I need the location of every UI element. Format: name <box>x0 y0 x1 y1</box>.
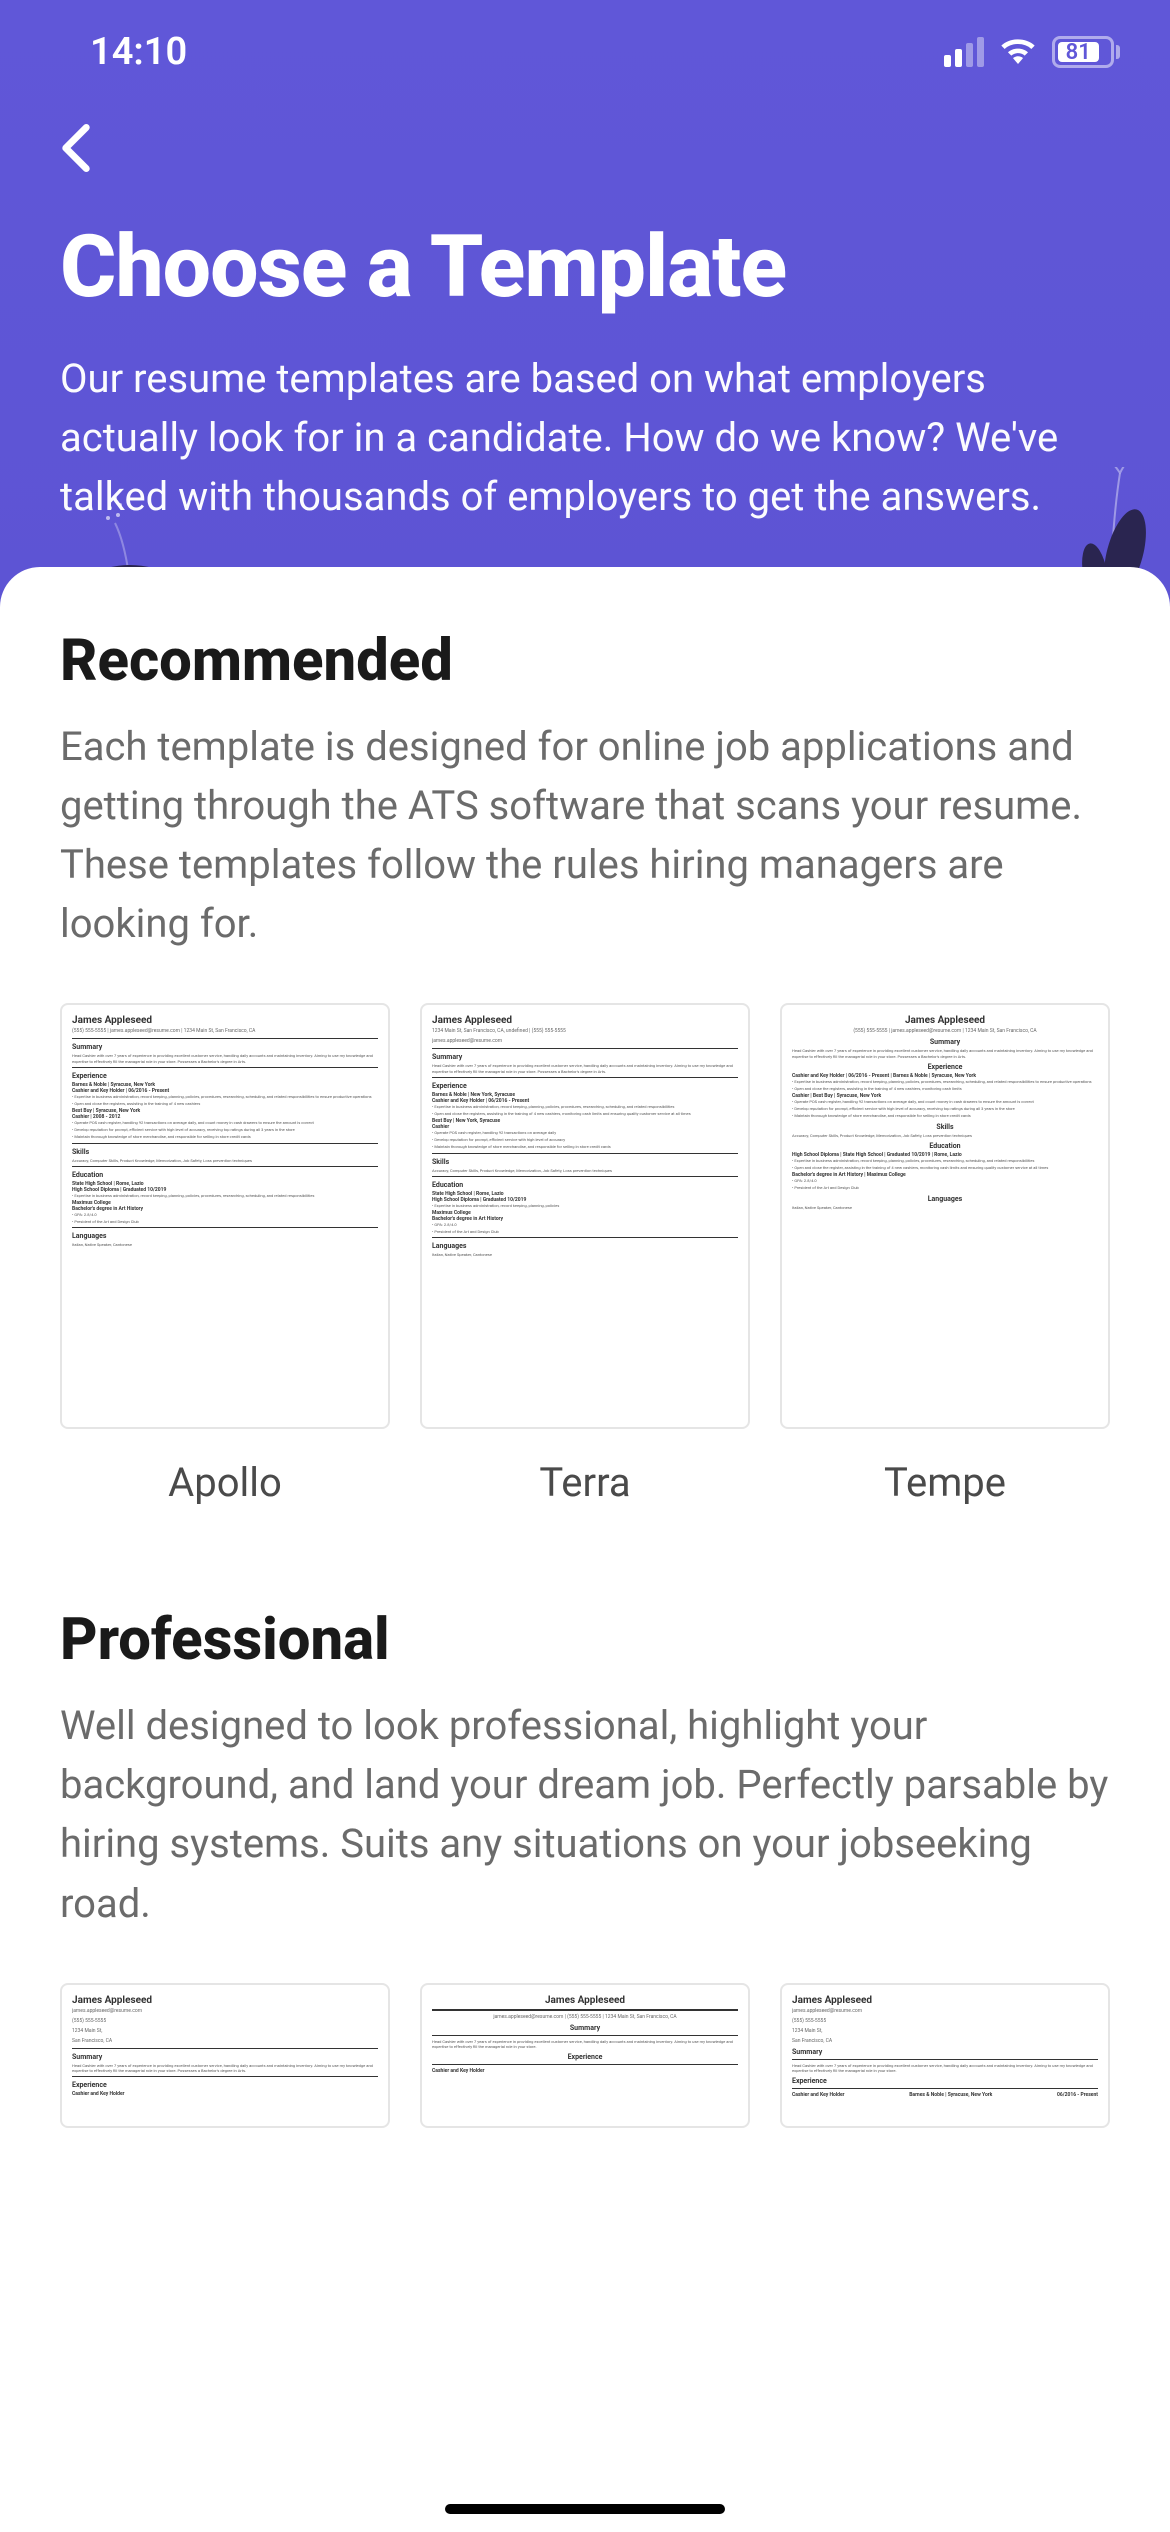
recommended-section-title: Recommended <box>60 627 1110 695</box>
template-preview-apollo: James Appleseed (555) 555-5555 | james.a… <box>60 1003 390 1429</box>
template-apollo[interactable]: James Appleseed (555) 555-5555 | james.a… <box>60 1003 390 1506</box>
back-button[interactable] <box>0 94 1170 196</box>
battery-level: 81 <box>1058 42 1099 62</box>
wifi-icon <box>998 30 1038 74</box>
page-title: Choose a Template <box>60 216 1110 317</box>
professional-templates-row: James Appleseed james.appleseed@resume.c… <box>60 1983 1110 2158</box>
status-bar: 14:10 81 <box>0 0 1170 94</box>
template-professional-2[interactable]: James Appleseed james.appleseed@resume.c… <box>420 1983 750 2158</box>
recommended-section-description: Each template is designed for online job… <box>60 717 1110 954</box>
professional-section-description: Well designed to look professional, high… <box>60 1696 1110 1933</box>
content-section: Recommended Each template is designed fo… <box>0 567 1170 2158</box>
home-indicator[interactable] <box>445 2504 725 2514</box>
template-preview-tempe: James Appleseed (555) 555-5555 | james.a… <box>780 1003 1110 1429</box>
status-time: 14:10 <box>90 30 187 74</box>
battery-icon: 81 <box>1052 36 1120 68</box>
template-name-terra: Terra <box>539 1459 630 1506</box>
template-preview-terra: James Appleseed 1234 Main St, San Franci… <box>420 1003 750 1429</box>
signal-icon <box>944 37 984 67</box>
template-name-apollo: Apollo <box>168 1459 282 1506</box>
template-professional-3[interactable]: James Appleseed james.appleseed@resume.c… <box>780 1983 1110 2158</box>
template-professional-1[interactable]: James Appleseed james.appleseed@resume.c… <box>60 1983 390 2158</box>
professional-section-title: Professional <box>60 1606 1110 1674</box>
template-tempe[interactable]: James Appleseed (555) 555-5555 | james.a… <box>780 1003 1110 1506</box>
header-section: 14:10 81 Cho <box>0 0 1170 607</box>
status-right: 81 <box>944 30 1120 74</box>
template-preview-professional-1: James Appleseed james.appleseed@resume.c… <box>60 1983 390 2128</box>
template-terra[interactable]: James Appleseed 1234 Main St, San Franci… <box>420 1003 750 1506</box>
template-preview-professional-3: James Appleseed james.appleseed@resume.c… <box>780 1983 1110 2128</box>
template-name-tempe: Tempe <box>884 1459 1006 1506</box>
template-preview-professional-2: James Appleseed james.appleseed@resume.c… <box>420 1983 750 2128</box>
recommended-templates-row: James Appleseed (555) 555-5555 | james.a… <box>60 1003 1110 1506</box>
